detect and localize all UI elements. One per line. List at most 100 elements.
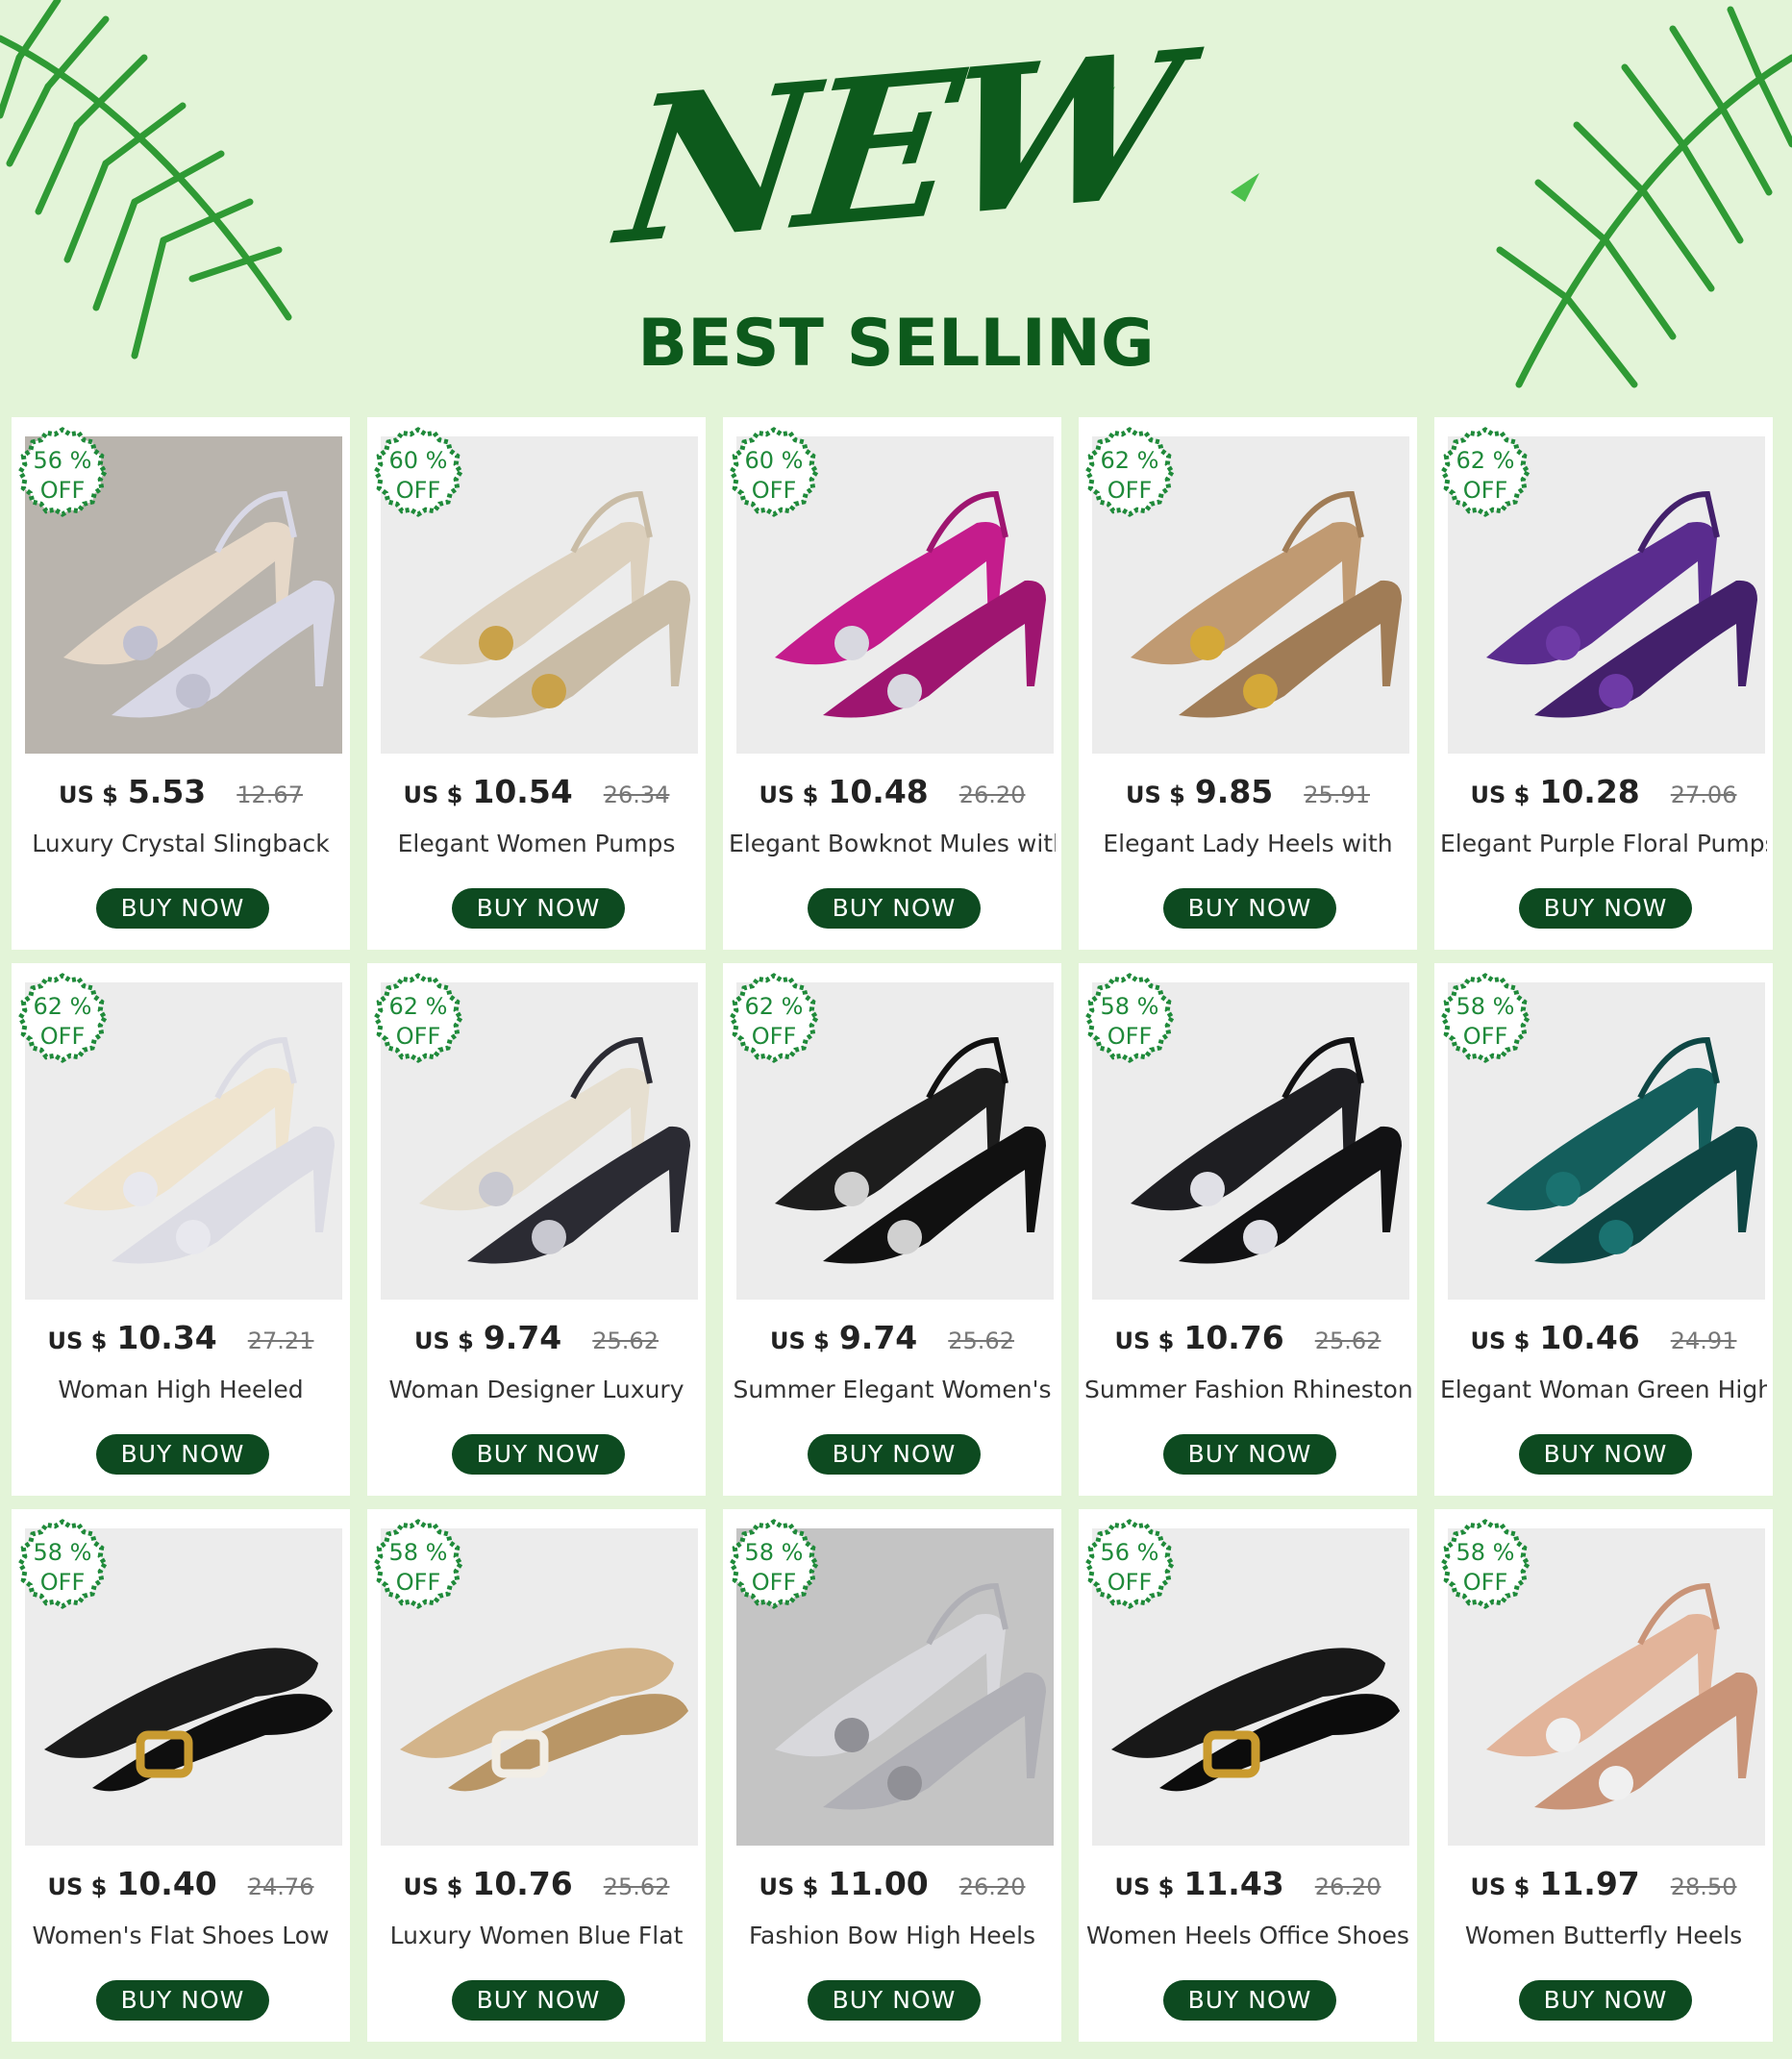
sale-price: 11.00	[828, 1865, 929, 1902]
product-title[interactable]: Summer Fashion Rhinestone	[1084, 1374, 1411, 1408]
buy-now-button[interactable]: BUY NOW	[452, 888, 625, 929]
discount-badge: 58 % OFF	[729, 1519, 819, 1609]
discount-off-label: OFF	[395, 1023, 441, 1050]
price-row: US $ 10.46 24.91	[1434, 1319, 1773, 1361]
original-price: 25.62	[603, 1873, 670, 1900]
buy-now-button[interactable]: BUY NOW	[452, 1434, 625, 1475]
price-row: US $ 10.48 26.20	[723, 773, 1061, 815]
product-title[interactable]: Elegant Women Pumps	[373, 828, 700, 862]
discount-off-label: OFF	[39, 477, 86, 504]
price-row: US $ 11.00 26.20	[723, 1865, 1061, 1907]
discount-off-label: OFF	[39, 1569, 86, 1596]
discount-percent: 58 %	[1100, 993, 1159, 1020]
product-title[interactable]: Elegant Lady Heels with	[1084, 828, 1411, 862]
currency-label: US $	[403, 1873, 463, 1900]
product-title[interactable]: Women's Flat Shoes Low	[17, 1920, 344, 1954]
discount-badge: 60 % OFF	[729, 427, 819, 517]
discount-off-label: OFF	[395, 477, 441, 504]
buy-now-button[interactable]: BUY NOW	[1519, 1434, 1692, 1475]
original-price: 28.50	[1670, 1873, 1737, 1900]
discount-badge: 62 % OFF	[373, 973, 463, 1063]
sale-price: 11.97	[1539, 1865, 1640, 1902]
product-card[interactable]: 58 % OFF US $ 11.00 26.20 Fashion Bow High He…	[723, 1509, 1061, 2042]
discount-badge: 62 % OFF	[1440, 427, 1531, 517]
discount-percent: 56 %	[1100, 1539, 1159, 1566]
buy-now-button[interactable]: BUY NOW	[1163, 1980, 1336, 2021]
product-card[interactable]: 60 % OFF US $ 10.54 26.34 Elegant Women Pumps…	[367, 417, 706, 950]
buy-now-button[interactable]: BUY NOW	[1163, 1434, 1336, 1475]
buy-now-button[interactable]: BUY NOW	[1519, 1980, 1692, 2021]
sale-price: 9.74	[838, 1319, 918, 1356]
discount-off-label: OFF	[751, 1569, 797, 1596]
product-card[interactable]: 62 % OFF US $ 10.34 27.21 Woman High Heeled BU…	[12, 963, 350, 1496]
buy-now-button[interactable]: BUY NOW	[96, 888, 269, 929]
discount-percent: 62 %	[388, 993, 448, 1020]
original-price: 12.67	[236, 781, 303, 808]
product-title[interactable]: Woman Designer Luxury	[373, 1374, 700, 1408]
sale-price: 11.43	[1183, 1865, 1284, 1902]
product-card[interactable]: 58 % OFF US $ 11.97 28.50 Women Butterfly Hee…	[1434, 1509, 1773, 2042]
product-title[interactable]: Women Heels Office Shoes	[1084, 1920, 1411, 1954]
sale-price: 9.85	[1194, 773, 1274, 810]
product-grid: 56 % OFF US $ 5.53 12.67 Luxury Crystal Sling…	[12, 417, 1780, 2047]
price-row: US $ 5.53 12.67	[12, 773, 350, 815]
product-card[interactable]: 62 % OFF US $ 10.28 27.06 Elegant Purple Flor…	[1434, 417, 1773, 950]
original-price: 24.76	[247, 1873, 314, 1900]
price-row: US $ 11.97 28.50	[1434, 1865, 1773, 1907]
discount-off-label: OFF	[1462, 1569, 1508, 1596]
product-title[interactable]: Women Butterfly Heels	[1440, 1920, 1767, 1954]
discount-badge: 56 % OFF	[1084, 1519, 1175, 1609]
discount-off-label: OFF	[751, 1023, 797, 1050]
product-card[interactable]: 60 % OFF US $ 10.48 26.20 Elegant Bowknot Mul…	[723, 417, 1061, 950]
discount-badge: 62 % OFF	[1084, 427, 1175, 517]
price-row: US $ 10.76 25.62	[1079, 1319, 1417, 1361]
discount-percent: 60 %	[388, 447, 448, 474]
buy-now-button[interactable]: BUY NOW	[808, 888, 981, 929]
product-title[interactable]: Luxury Crystal Slingback	[17, 828, 344, 862]
discount-badge: 56 % OFF	[17, 427, 108, 517]
product-card[interactable]: 58 % OFF US $ 10.76 25.62 Luxury Women Blue F…	[367, 1509, 706, 2042]
buy-now-button[interactable]: BUY NOW	[808, 1980, 981, 2021]
product-title[interactable]: Luxury Women Blue Flat	[373, 1920, 700, 1954]
buy-now-button[interactable]: BUY NOW	[96, 1980, 269, 2021]
discount-badge: 60 % OFF	[373, 427, 463, 517]
product-card[interactable]: 62 % OFF US $ 9.74 25.62 Summer Elegant Women…	[723, 963, 1061, 1496]
original-price: 26.20	[1314, 1873, 1381, 1900]
original-price: 25.62	[948, 1327, 1014, 1354]
sale-price: 10.76	[472, 1865, 573, 1902]
product-card[interactable]: 56 % OFF US $ 11.43 26.20 Women Heels Office …	[1079, 1509, 1417, 2042]
buy-now-button[interactable]: BUY NOW	[808, 1434, 981, 1475]
original-price: 24.91	[1670, 1327, 1737, 1354]
buy-now-button[interactable]: BUY NOW	[96, 1434, 269, 1475]
buy-now-button[interactable]: BUY NOW	[452, 1980, 625, 2021]
original-price: 26.20	[958, 781, 1026, 808]
discount-badge: 62 % OFF	[729, 973, 819, 1063]
discount-percent: 62 %	[744, 993, 804, 1020]
product-card[interactable]: 58 % OFF US $ 10.76 25.62 Summer Fashion Rhin…	[1079, 963, 1417, 1496]
discount-badge: 58 % OFF	[1440, 1519, 1531, 1609]
product-title[interactable]: Fashion Bow High Heels	[729, 1920, 1056, 1954]
product-card[interactable]: 58 % OFF US $ 10.40 24.76 Women's Flat Shoes …	[12, 1509, 350, 2042]
original-price: 26.20	[958, 1873, 1026, 1900]
currency-label: US $	[414, 1327, 474, 1354]
product-title[interactable]: Woman High Heeled	[17, 1374, 344, 1408]
product-title[interactable]: Summer Elegant Women's	[729, 1374, 1056, 1408]
buy-now-button[interactable]: BUY NOW	[1519, 888, 1692, 929]
original-price: 25.62	[1314, 1327, 1381, 1354]
discount-percent: 58 %	[744, 1539, 804, 1566]
product-title[interactable]: Elegant Purple Floral Pumps	[1440, 828, 1767, 862]
product-title[interactable]: Elegant Woman Green High	[1440, 1374, 1767, 1408]
discount-off-label: OFF	[1462, 1023, 1508, 1050]
product-card[interactable]: 56 % OFF US $ 5.53 12.67 Luxury Crystal Sling…	[12, 417, 350, 950]
product-card[interactable]: 58 % OFF US $ 10.46 24.91 Elegant Woman Green…	[1434, 963, 1773, 1496]
currency-label: US $	[759, 1873, 819, 1900]
product-title[interactable]: Elegant Bowknot Mules with	[729, 828, 1056, 862]
price-row: US $ 9.85 25.91	[1079, 773, 1417, 815]
buy-now-button[interactable]: BUY NOW	[1163, 888, 1336, 929]
sale-price: 10.40	[116, 1865, 217, 1902]
product-card[interactable]: 62 % OFF US $ 9.85 25.91 Elegant Lady Heels w…	[1079, 417, 1417, 950]
discount-off-label: OFF	[1107, 477, 1153, 504]
discount-percent: 58 %	[33, 1539, 92, 1566]
discount-badge: 58 % OFF	[1440, 973, 1531, 1063]
product-card[interactable]: 62 % OFF US $ 9.74 25.62 Woman Designer Luxur…	[367, 963, 706, 1496]
